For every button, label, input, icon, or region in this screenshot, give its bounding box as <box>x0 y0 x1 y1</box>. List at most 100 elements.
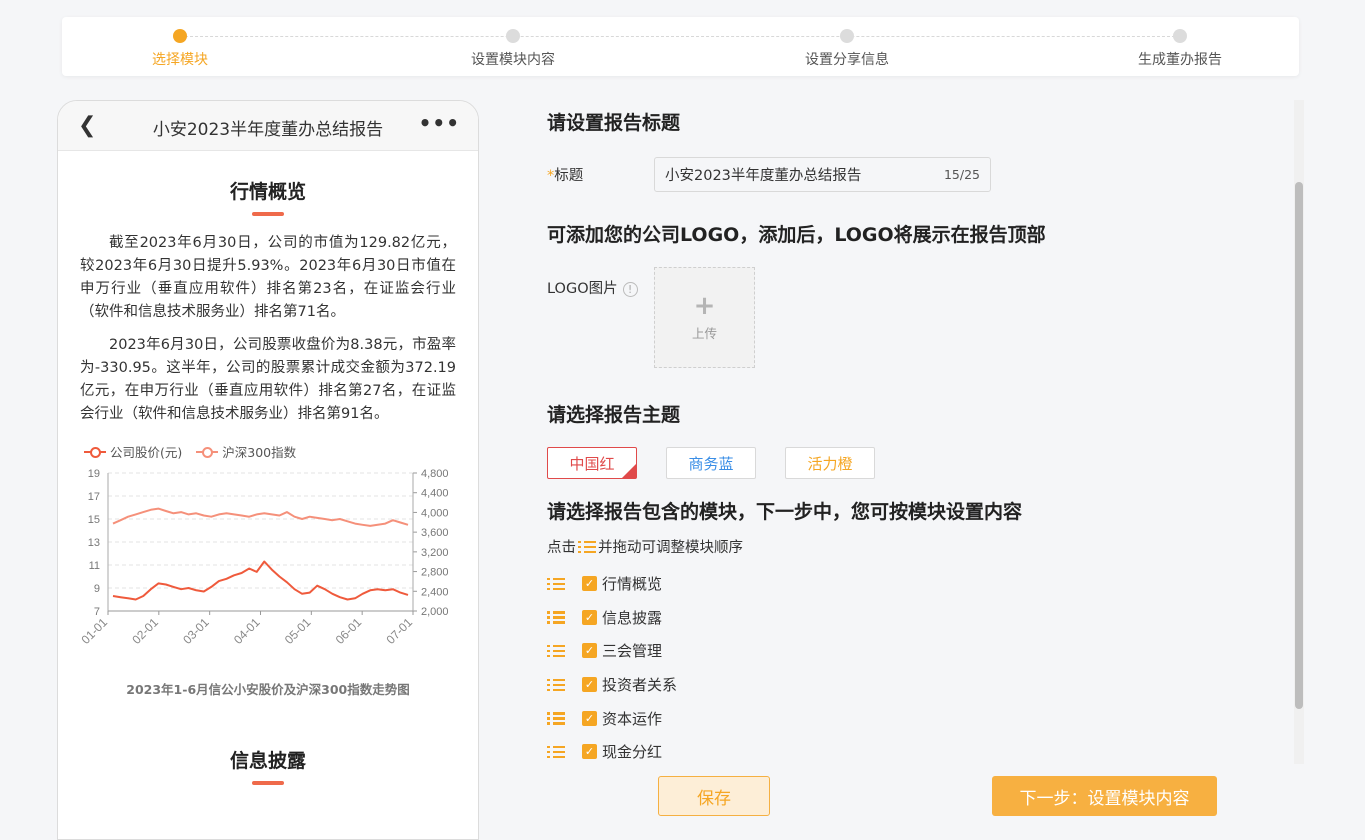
x-tick-label: 06-01 <box>333 615 365 647</box>
y-tick-label: 19 <box>88 468 100 480</box>
hint-prefix: 点击 <box>547 540 576 556</box>
scrollbar-thumb[interactable] <box>1295 182 1303 709</box>
step-dot-icon <box>840 29 854 43</box>
drag-handle-icon[interactable] <box>547 745 565 759</box>
step-select-modules[interactable]: 选择模块 <box>100 29 260 69</box>
y2-tick-label: 2,400 <box>421 586 449 598</box>
module-list: ✓ 行情概览 ✓ 信息披露 ✓ 三会管理 ✓ 投资者关系 ✓ 资本运作 ✓ 现金… <box>547 567 1287 769</box>
title-label: *标题 <box>547 164 654 185</box>
module-item[interactable]: ✓ 行情概览 <box>547 567 1287 601</box>
preview-header: ❮ 小安2023半年度董办总结报告 ••• <box>58 101 478 151</box>
x-tick-label: 04-01 <box>231 615 263 647</box>
legend-label: 公司股价(元) <box>110 445 183 460</box>
settings-form: 请设置报告标题 *标题 小安2023半年度董办总结报告 15/25 可添加您的公… <box>547 108 1287 769</box>
y2-tick-label: 2,800 <box>421 567 449 579</box>
drag-handle-icon[interactable] <box>547 577 565 591</box>
stepper-line <box>180 36 1180 37</box>
upload-label: 上传 <box>691 326 717 341</box>
step-dot-icon <box>506 29 520 43</box>
chart-svg: 7911131517192,0002,4002,8003,2003,6004,0… <box>79 468 449 647</box>
module-item[interactable]: ✓ 三会管理 <box>547 634 1287 668</box>
checkbox[interactable]: ✓ <box>582 744 597 760</box>
series-line <box>112 560 409 601</box>
title-row: *标题 小安2023半年度董办总结报告 15/25 <box>547 157 1287 192</box>
logo-label-text: LOGO图片 <box>547 281 618 297</box>
step-share-info[interactable]: 设置分享信息 <box>767 29 927 69</box>
y-tick-label: 9 <box>94 583 100 595</box>
logo-upload[interactable]: + 上传 <box>654 267 755 368</box>
char-counter: 15/25 <box>943 167 980 182</box>
step-generate-report[interactable]: 生成董办报告 <box>1100 29 1260 69</box>
module-label: 现金分红 <box>602 743 663 762</box>
step-label: 设置模块内容 <box>471 52 555 68</box>
theme-label: 活力橙 <box>807 454 853 473</box>
x-tick-label: 07-01 <box>384 615 416 647</box>
theme-label: 商务蓝 <box>688 454 734 473</box>
title-input[interactable]: 小安2023半年度董办总结报告 15/25 <box>654 157 991 192</box>
heading-logo: 可添加您的公司LOGO，添加后，LOGO将展示在报告顶部 <box>547 224 1046 246</box>
module-item[interactable]: ✓ 投资者关系 <box>547 668 1287 702</box>
theme-vibrant-orange[interactable]: 活力橙 <box>785 447 875 479</box>
progress-stepper: 选择模块 设置模块内容 设置分享信息 生成董办报告 <box>62 17 1299 76</box>
theme-business-blue[interactable]: 商务蓝 <box>666 447 756 479</box>
legend-item: 沪深300指数 <box>196 442 296 461</box>
x-tick-label: 03-01 <box>180 615 212 647</box>
step-dot-icon <box>173 29 187 43</box>
info-icon[interactable]: ! <box>622 281 638 297</box>
legend-item: 公司股价(元) <box>84 442 182 461</box>
module-label: 行情概览 <box>602 575 663 594</box>
drag-handle-icon[interactable] <box>547 644 565 658</box>
stock-chart: 7 9 11 13 15 17 19 2,000 2,400 2,800 3,200 3,600 4,0… <box>58 467 478 677</box>
drag-hint: 点击 并拖动可调整模块顺序 <box>547 536 1287 557</box>
checkbox[interactable]: ✓ <box>582 576 597 592</box>
section-title: 行情概览 <box>229 181 306 203</box>
module-item[interactable]: ✓ 信息披露 <box>547 601 1287 635</box>
section-underline <box>252 781 284 785</box>
x-tick-label: 02-01 <box>129 615 161 647</box>
more-icon[interactable]: ••• <box>419 111 460 135</box>
section-title: 信息披露 <box>229 750 306 772</box>
logo-label: LOGO图片! <box>547 267 654 298</box>
legend-label: 沪深300指数 <box>222 445 297 460</box>
y2-tick-label: 4,000 <box>421 507 449 519</box>
step-label: 设置分享信息 <box>805 52 889 68</box>
paragraph: 2023年6月30日，公司股票收盘价为8.38元，市盈率为-330.95。这半年… <box>80 337 456 422</box>
step-module-content[interactable]: 设置模块内容 <box>433 29 593 69</box>
checkbox[interactable]: ✓ <box>582 643 597 659</box>
drag-handle-icon[interactable] <box>547 711 565 725</box>
phone-preview: ❮ 小安2023半年度董办总结报告 ••• 行情概览 截至2023年6月30日，… <box>57 100 479 840</box>
y2-tick-label: 3,600 <box>421 527 449 539</box>
module-label: 三会管理 <box>602 642 663 661</box>
x-tick-label: 05-01 <box>282 615 314 647</box>
theme-china-red[interactable]: 中国红 <box>547 447 637 479</box>
checkbox[interactable]: ✓ <box>582 677 597 693</box>
checkbox[interactable]: ✓ <box>582 609 597 625</box>
module-label: 投资者关系 <box>602 676 678 695</box>
module-label: 信息披露 <box>602 608 663 627</box>
heading-theme: 请选择报告主题 <box>547 404 681 426</box>
module-item[interactable]: ✓ 资本运作 <box>547 701 1287 735</box>
drag-handle-icon[interactable] <box>547 610 565 624</box>
next-step-button[interactable]: 下一步：设置模块内容 <box>992 776 1217 816</box>
drag-handle-icon[interactable] <box>547 678 565 692</box>
y2-tick-label: 3,200 <box>421 547 449 559</box>
y2-tick-label: 2,000 <box>421 606 449 618</box>
plus-icon: + <box>693 291 716 321</box>
step-label: 生成董办报告 <box>1138 52 1222 68</box>
legend-line-icon <box>84 446 106 458</box>
checkbox[interactable]: ✓ <box>582 710 597 726</box>
y-tick-label: 15 <box>88 514 100 526</box>
module-item[interactable]: ✓ 现金分红 <box>547 735 1287 769</box>
chart-legend: 公司股价(元) 沪深300指数 <box>84 442 478 461</box>
y-tick-label: 11 <box>89 560 100 572</box>
theme-label: 中国红 <box>569 454 615 473</box>
chart-caption: 2023年1-6月信公小安股价及沪深300指数走势图 <box>126 682 410 697</box>
y2-tick-label: 4,800 <box>421 468 449 480</box>
drag-handle-icon <box>578 540 596 554</box>
heading-title: 请设置报告标题 <box>547 112 681 134</box>
title-label-text: 标题 <box>554 168 584 184</box>
step-label: 选择模块 <box>152 52 208 68</box>
section-underline <box>252 212 284 216</box>
save-button[interactable]: 保存 <box>658 776 770 816</box>
series-line <box>112 507 409 527</box>
